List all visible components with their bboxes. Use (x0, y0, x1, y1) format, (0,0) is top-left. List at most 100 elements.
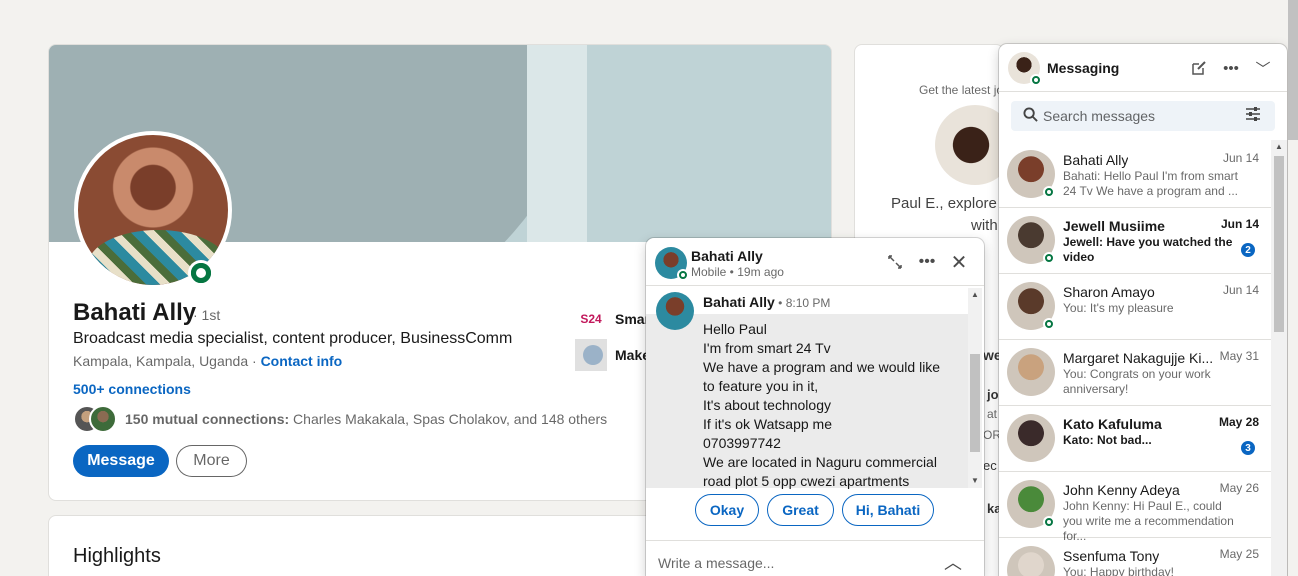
smart24-logo: S24 (580, 312, 602, 326)
chat-scrollbar[interactable]: ▲ ▼ (968, 288, 982, 488)
conversation-snippet: You: Happy birthday! (1063, 565, 1174, 576)
profile-location: Kampala, Kampala, Uganda · Contact info (73, 353, 342, 369)
message-line: We are located in Naguru commercial (703, 454, 937, 470)
peek-text: ec (983, 458, 997, 473)
more-button[interactable]: More (176, 445, 247, 477)
conversation-date: May 28 (1218, 415, 1259, 429)
connections-link[interactable]: 500+ connections (73, 381, 191, 397)
message-text: Hello Paul I'm from smart 24 Tv We have a … (703, 320, 940, 491)
messaging-panel: Messaging ••• ﹀ Search messages Bahati A… (999, 44, 1287, 576)
online-status-icon (1043, 186, 1055, 198)
conversation-snippet: Jewell: Have you watched the video (1063, 235, 1233, 264)
ad-text: Paul E., explore r (891, 195, 1004, 212)
chevron-up-icon[interactable]: ︿ (944, 549, 962, 575)
chat-status: Mobile • 19m ago (691, 265, 784, 279)
profile-name: Bahati Ally (73, 299, 197, 326)
conversation-avatar (1007, 546, 1055, 576)
compose-icon[interactable] (1187, 56, 1211, 80)
conversation-date: May 31 (1219, 349, 1259, 363)
conversation-name: Sharon Amayo (1063, 284, 1155, 300)
company-name: Smar (615, 311, 651, 327)
conversation-snippet: Kato: Not bad... (1063, 433, 1152, 447)
conversation-name: Ssenfuma Tony (1063, 548, 1160, 564)
message-input[interactable]: Write a message... ︿ (646, 540, 984, 576)
company-logo (575, 339, 607, 371)
mutual-count: 150 mutual connections: (125, 411, 290, 427)
conversation-item[interactable]: Bahati Ally Jun 14 Bahati: Hello Paul I'm … (999, 142, 1271, 208)
conversation-item[interactable]: Kato Kafuluma May 28 Kato: Not bad... 3 (999, 406, 1271, 472)
connection-degree: · 1st (193, 307, 221, 323)
more-options-icon[interactable]: ••• (915, 250, 939, 274)
ad-caption: Get the latest jo (919, 83, 1004, 97)
message-line: road plot 5 opp cwezi apartments (703, 473, 910, 489)
mutual-connection-avatars[interactable] (73, 405, 119, 433)
expand-icon[interactable] (883, 250, 907, 274)
conversation-name: John Kenny Adeya (1063, 482, 1180, 498)
conversation-name: Bahati Ally (1063, 152, 1129, 168)
sender-name[interactable]: Bahati Ally (703, 294, 775, 310)
chat-window: Bahati Ally Mobile • 19m ago ••• ✕ Bahat… (646, 238, 984, 576)
contact-info-link[interactable]: Contact info (261, 353, 343, 369)
conversation-snippet: You: It's my pleasure (1063, 301, 1174, 315)
online-status-icon (1043, 318, 1055, 330)
conversation-item[interactable]: Sharon Amayo Jun 14 You: It's my pleasure (999, 274, 1271, 340)
filter-icon[interactable] (1245, 106, 1261, 126)
conversation-item[interactable]: Ssenfuma Tony May 25 You: Happy birthday! (999, 538, 1271, 576)
message-line: 0703997742 (703, 435, 781, 451)
conversation-item[interactable]: Margaret Nakagujje Ki... May 31 You: Congr… (999, 340, 1271, 406)
quick-reply-hi[interactable]: Hi, Bahati (842, 494, 934, 526)
conversation-name: Kato Kafuluma (1063, 416, 1162, 432)
message-line: I'm from smart 24 Tv (703, 340, 831, 356)
messaging-title: Messaging (1047, 60, 1120, 76)
close-icon[interactable]: ✕ (947, 250, 971, 274)
conversation-date: Jun 14 (1222, 283, 1259, 297)
company-make[interactable]: Make (575, 339, 650, 371)
message-line: It's about technology (703, 397, 831, 413)
chat-contact-name[interactable]: Bahati Ally (691, 248, 763, 264)
chat-header[interactable]: Bahati Ally Mobile • 19m ago ••• ✕ (646, 238, 984, 286)
conversation-list: Bahati Ally Jun 14 Bahati: Hello Paul I'm … (999, 142, 1271, 576)
message-line: to feature you in it, (703, 378, 819, 394)
location-text: Kampala, Kampala, Uganda · (73, 353, 261, 369)
message-line: We have a program and we would like (703, 359, 941, 375)
online-status-icon (1030, 74, 1042, 86)
company-smart24[interactable]: S24 Smar (575, 303, 650, 335)
more-options-icon[interactable]: ••• (1219, 56, 1243, 80)
chevron-down-icon[interactable]: ﹀ (1251, 56, 1275, 80)
conversation-date: Jun 14 (1220, 217, 1259, 231)
mutual-names: Charles Makakala, Spas Cholakov, and 148… (289, 411, 608, 427)
message-time: • 8:10 PM (774, 296, 831, 310)
message-button[interactable]: Message (73, 445, 169, 477)
online-status-icon (188, 260, 214, 286)
conversation-date: May 26 (1219, 481, 1259, 495)
peek-text: at (987, 407, 998, 421)
quick-replies: Okay Great Hi, Bahati (646, 494, 984, 534)
highlights-title: Highlights (73, 545, 161, 567)
search-icon (1023, 107, 1038, 125)
conversation-avatar (1007, 414, 1055, 462)
mutual-connections-link[interactable]: 150 mutual connections: Charles Makakala… (125, 411, 607, 427)
message-thread: Bahati Ally • 8:10 PM Hello Paul I'm from… (646, 288, 968, 491)
conversation-item[interactable]: John Kenny Adeya May 26 John Kenny: Hi Pau… (999, 472, 1271, 543)
online-status-icon (1043, 252, 1055, 264)
quick-reply-okay[interactable]: Okay (695, 494, 759, 526)
messaging-header[interactable]: Messaging ••• ﹀ (999, 44, 1287, 92)
message-sender: Bahati Ally • 8:10 PM (703, 294, 830, 310)
peek-text: jo (987, 387, 999, 402)
conversation-snippet: You: Congrats on your work anniversary! (1063, 367, 1211, 396)
online-status-icon (1043, 516, 1055, 528)
unread-badge: 2 (1241, 243, 1255, 257)
page-scrollbar[interactable] (1288, 0, 1298, 576)
message-input-placeholder: Write a message... (658, 555, 775, 571)
ad-avatar (935, 105, 1003, 185)
conversation-snippet: Bahati: Hello Paul I'm from smart 24 Tv … (1063, 169, 1239, 198)
unread-badge: 3 (1241, 441, 1255, 455)
sender-avatar[interactable] (656, 292, 694, 330)
conversation-item[interactable]: Jewell Musiime Jun 14 Jewell: Have you wat… (999, 208, 1271, 274)
conversation-name: Margaret Nakagujje Ki... (1063, 350, 1213, 366)
messaging-scrollbar[interactable]: ▲ (1271, 140, 1287, 576)
company-name: Make (615, 347, 651, 363)
quick-reply-great[interactable]: Great (767, 494, 834, 526)
conversation-avatar (1007, 348, 1055, 396)
conversation-date: Jun 14 (1222, 151, 1259, 165)
